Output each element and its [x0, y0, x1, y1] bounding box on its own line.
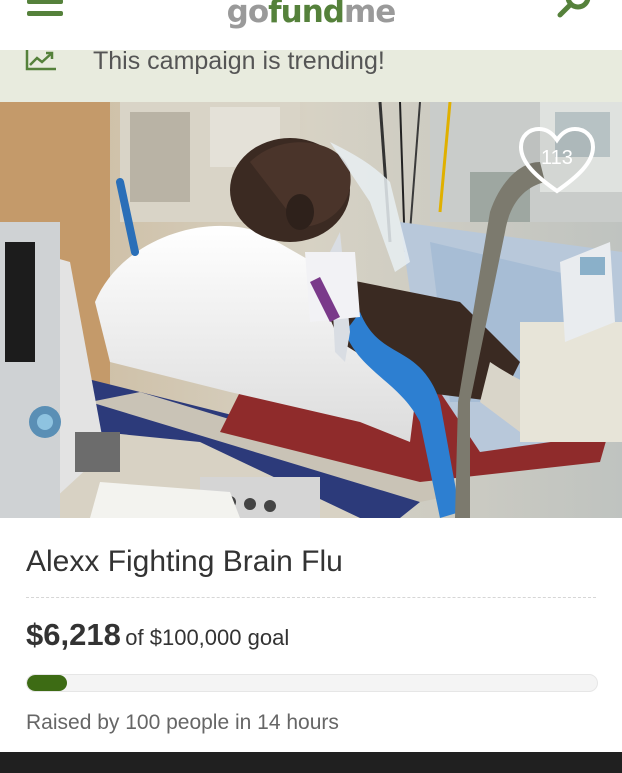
heart-like-button[interactable]: 113	[517, 127, 597, 197]
goal-text: of $100,000 goal	[125, 625, 290, 650]
trending-chart-icon	[25, 50, 56, 71]
search-icon[interactable]	[556, 0, 594, 22]
next-content-strip	[0, 752, 622, 773]
raised-amount: $6,218	[26, 617, 121, 652]
gofundme-logo[interactable]: gofundme	[0, 0, 622, 30]
trending-banner: This campaign is trending!	[0, 47, 622, 103]
logo-fund: fund	[268, 0, 345, 30]
campaign-title[interactable]: Alexx Fighting Brain Flu	[26, 545, 343, 579]
divider	[26, 597, 596, 598]
progress-fill	[27, 675, 67, 691]
logo-me: me	[344, 0, 396, 30]
funding-summary: $6,218 of $100,000 goal	[26, 617, 289, 653]
campaign-photo[interactable]: 113	[0, 102, 622, 518]
trending-text: This campaign is trending!	[93, 47, 385, 75]
funding-progress-bar	[26, 674, 598, 692]
logo-go: go	[226, 0, 269, 30]
top-navigation-bar: gofundme	[0, 0, 622, 51]
raised-by-text: Raised by 100 people in 14 hours	[26, 711, 339, 734]
heart-count: 113	[541, 147, 573, 169]
